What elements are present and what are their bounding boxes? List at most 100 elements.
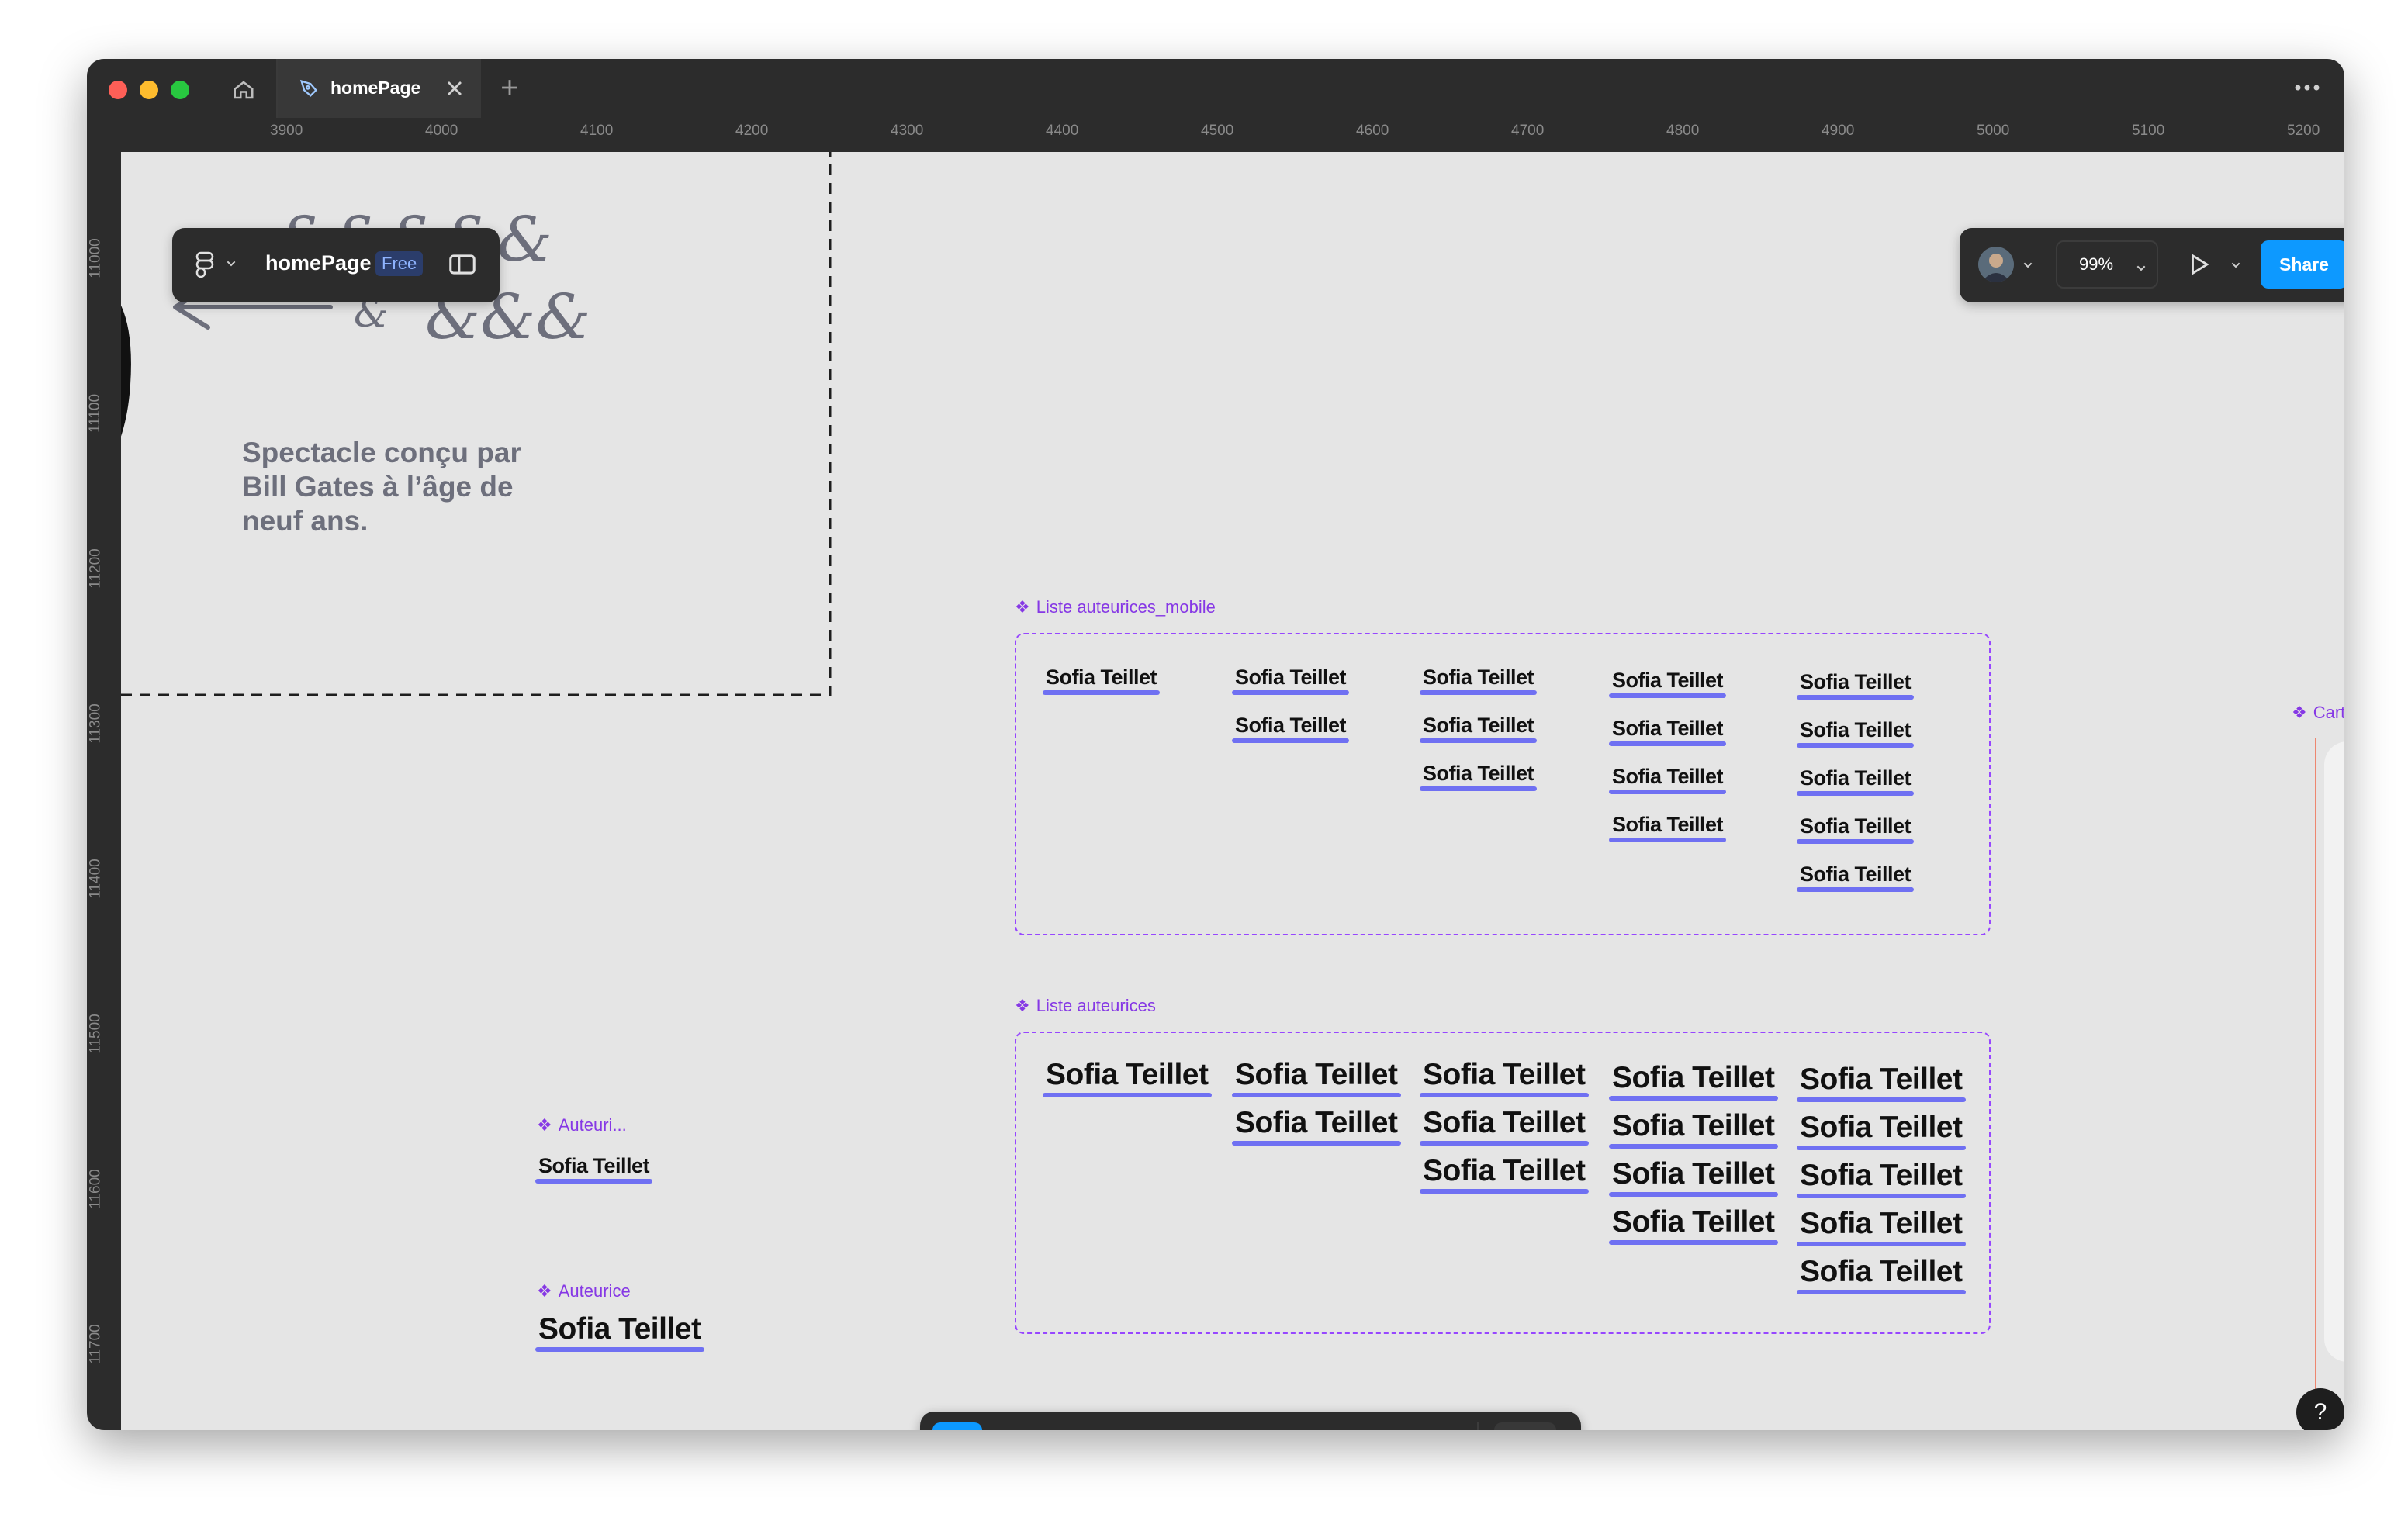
ruler-left: 11000 11100 11200 11300 11400 11500 1160… — [87, 118, 121, 1430]
ruler-label: 4200 — [735, 123, 769, 139]
component-label[interactable]: ❖ CartePro — [2292, 703, 2344, 723]
assets-tool[interactable] — [1412, 1422, 1462, 1430]
author-name[interactable]: Sofia Teillet — [1796, 670, 1915, 700]
ruler-label: 4800 — [1666, 123, 1700, 139]
component-icon: ❖ — [537, 1281, 552, 1301]
avatar[interactable] — [1978, 247, 2014, 282]
author-name[interactable]: Sofia Teillet — [1608, 813, 1727, 842]
component-icon: ❖ — [537, 1115, 552, 1135]
author-name[interactable]: Sofia Teillet — [1419, 762, 1538, 791]
close-window-button[interactable] — [109, 81, 127, 99]
ruler-label: 5000 — [1977, 123, 2010, 139]
author-name[interactable]: Sofia Teillet — [1231, 665, 1350, 695]
more-icon[interactable] — [2292, 74, 2323, 105]
component-label-text: CartePro — [2313, 703, 2344, 722]
ruler-label: 11100 — [87, 393, 104, 434]
author-name[interactable]: Sofia Teillet — [1232, 1058, 1400, 1097]
component-label-text: Auteuri... — [558, 1115, 627, 1135]
author-name[interactable]: Sofia Teillet — [1796, 814, 1915, 844]
author-name[interactable]: Sofia Teillet — [1796, 766, 1915, 796]
author-name[interactable]: Sofia Teillet — [1608, 669, 1727, 698]
share-button[interactable]: Share — [2261, 240, 2344, 289]
maximize-window-button[interactable] — [171, 81, 189, 99]
rectangle-tool[interactable] — [1109, 1422, 1159, 1430]
tab-homepage[interactable]: homePage — [278, 59, 481, 118]
ruler-label: 3900 — [270, 123, 303, 139]
component-label[interactable]: ❖ Auteurice — [537, 1281, 631, 1301]
card-preview[interactable] — [2324, 741, 2344, 1362]
minimize-window-button[interactable] — [140, 81, 158, 99]
chevron-down-icon[interactable] — [225, 257, 237, 274]
ruler-label: 11400 — [87, 859, 104, 899]
chevron-down-icon[interactable] — [2230, 259, 2242, 275]
component-label[interactable]: ❖ Liste auteurices_mobile — [1015, 597, 1216, 617]
component-label[interactable]: ❖ Auteuri... — [537, 1115, 627, 1135]
ruler-label: 4700 — [1511, 123, 1545, 139]
component-icon: ❖ — [1015, 996, 1030, 1015]
ruler-label: 4600 — [1356, 123, 1389, 139]
ruler-label: 11500 — [87, 1014, 104, 1054]
plus-icon[interactable] — [496, 74, 523, 105]
ruler-label: 11000 — [87, 238, 104, 278]
frame-edge-line — [2315, 738, 2316, 1430]
file-title[interactable]: homePage — [265, 251, 372, 275]
variant-frame-mobile[interactable]: Sofia Teillet Sofia Teillet Sofia Teille… — [1015, 633, 1991, 935]
author-name[interactable]: Sofia Teillet — [1043, 1058, 1211, 1097]
author-name[interactable]: Sofia Teillet — [1797, 1111, 1965, 1150]
figma-logo-icon[interactable] — [195, 251, 214, 283]
zoom-level[interactable]: 99% — [2056, 240, 2158, 289]
author-name[interactable]: Sofia Teillet — [1609, 1157, 1777, 1197]
zoom-value: 99% — [2079, 254, 2114, 274]
ruler-label: 4400 — [1046, 123, 1079, 139]
frame-tool[interactable] — [1019, 1422, 1069, 1430]
author-name[interactable]: Sofia Teillet — [1608, 717, 1727, 746]
tab-bar: homePage — [87, 59, 2344, 118]
ruler-label: 4300 — [891, 123, 924, 139]
play-icon[interactable] — [2186, 251, 2213, 282]
author-component-large[interactable]: Sofia Teillet — [535, 1312, 704, 1352]
share-panel: 99% Share — [1960, 228, 2344, 302]
author-name[interactable]: Sofia Teillet — [1420, 1106, 1588, 1146]
author-name[interactable]: Sofia Teillet — [1797, 1255, 1965, 1294]
ruler-label: 11700 — [87, 1324, 104, 1364]
help-button[interactable]: ? — [2296, 1388, 2344, 1430]
author-name[interactable]: Sofia Teillet — [1231, 714, 1350, 743]
dev-mode-toggle[interactable] — [1494, 1422, 1556, 1430]
author-name[interactable]: Sofia Teillet — [1419, 665, 1538, 695]
move-tool[interactable] — [932, 1422, 982, 1430]
component-label-text: Liste auteurices_mobile — [1036, 597, 1216, 617]
author-name[interactable]: Sofia Teillet — [1609, 1109, 1777, 1149]
home-icon[interactable] — [225, 71, 262, 109]
comment-tool[interactable] — [1350, 1422, 1399, 1430]
author-name[interactable]: Sofia Teillet — [1420, 1154, 1588, 1194]
chevron-down-icon — [2135, 259, 2147, 279]
design-canvas[interactable]: &&&&& & &&& Spectacle conçu par Bill Gat… — [121, 152, 2344, 1430]
variant-frame-desktop[interactable]: Sofia Teillet Sofia Teillet Sofia Teille… — [1015, 1032, 1991, 1334]
toolbar-divider — [1477, 1422, 1479, 1430]
author-name[interactable]: Sofia Teillet — [1609, 1061, 1777, 1101]
ruler-label: 4100 — [580, 123, 614, 139]
author-component-small[interactable]: Sofia Teillet — [535, 1154, 653, 1184]
author-name[interactable]: Sofia Teillet — [1797, 1063, 1965, 1102]
ruler-label: 5100 — [2132, 123, 2165, 139]
author-name[interactable]: Sofia Teillet — [1796, 862, 1915, 892]
author-name[interactable]: Sofia Teillet — [1609, 1205, 1777, 1245]
author-name[interactable]: Sofia Teillet — [1042, 665, 1161, 695]
sidebar-toggle-icon[interactable] — [448, 251, 476, 282]
author-name[interactable]: Sofia Teillet — [1232, 1106, 1400, 1146]
component-label[interactable]: ❖ Liste auteurices — [1015, 996, 1156, 1016]
pen-tool[interactable] — [1198, 1422, 1247, 1430]
text-tool[interactable] — [1288, 1422, 1337, 1430]
ruler-top: 3900 4000 4100 4200 4300 4400 4500 4600 … — [121, 118, 2344, 153]
author-name[interactable]: Sofia Teillet — [1797, 1159, 1965, 1198]
chevron-down-icon[interactable] — [2022, 259, 2034, 275]
author-name[interactable]: Sofia Teillet — [1420, 1058, 1588, 1097]
author-name[interactable]: Sofia Teillet — [1796, 718, 1915, 748]
card-artwork — [2324, 741, 2344, 1362]
author-name[interactable]: Sofia Teillet — [1419, 714, 1538, 743]
ruler-label: 11300 — [87, 703, 104, 744]
author-name[interactable]: Sofia Teillet — [1608, 765, 1727, 794]
author-name[interactable]: Sofia Teillet — [1797, 1207, 1965, 1246]
file-panel: homePage Free — [172, 228, 500, 302]
close-icon[interactable] — [442, 76, 467, 105]
